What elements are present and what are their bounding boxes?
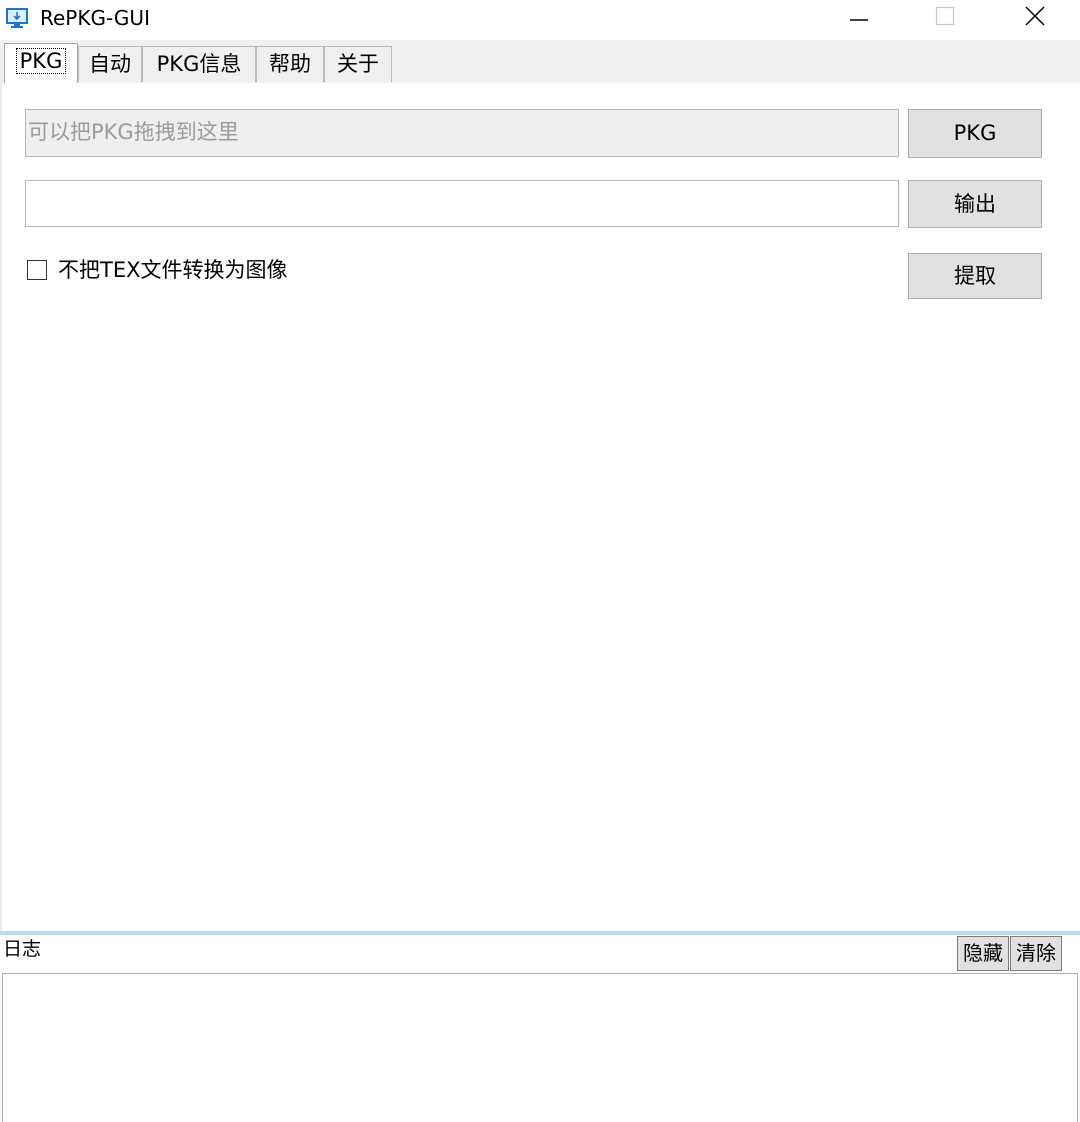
tab-strip: PKG 自动 PKG信息 帮助 关于 (0, 40, 1080, 84)
pkg-path-placeholder: 可以把PKG拖拽到这里 (28, 120, 239, 144)
repkg-window: RePKG-GUI PKG 自动 PKG信息 帮助 关于 可以把PKG拖拽到这里… (0, 0, 1080, 1122)
hide-log-button[interactable]: 隐藏 (957, 936, 1009, 971)
tab-label: 关于 (337, 52, 379, 76)
tab-label: 自动 (89, 52, 131, 76)
close-icon (1024, 5, 1046, 31)
no-convert-tex-checkbox[interactable] (27, 260, 47, 280)
maximize-button[interactable] (900, 0, 990, 36)
tab-pkg[interactable]: PKG (4, 43, 78, 83)
output-path-input[interactable] (25, 180, 899, 227)
maximize-icon (935, 6, 955, 30)
clear-log-button[interactable]: 清除 (1010, 936, 1062, 971)
close-button[interactable] (990, 0, 1080, 36)
tab-label: 帮助 (269, 52, 311, 76)
title-bar[interactable]: RePKG-GUI (0, 0, 1080, 40)
no-convert-tex-label: 不把TEX文件转换为图像 (58, 258, 288, 282)
log-textarea[interactable] (2, 973, 1078, 1122)
minimize-icon (849, 6, 869, 30)
minimize-button[interactable] (814, 0, 904, 36)
tab-about[interactable]: 关于 (324, 46, 392, 82)
pkg-button[interactable]: PKG (908, 109, 1042, 158)
tab-label: PKG (15, 48, 67, 74)
no-convert-tex-option[interactable]: 不把TEX文件转换为图像 (27, 256, 287, 284)
tab-pkg-info[interactable]: PKG信息 (142, 46, 256, 82)
log-header: 日志 隐藏 清除 (0, 935, 1080, 973)
tab-auto[interactable]: 自动 (78, 46, 142, 82)
tab-label: PKG信息 (156, 52, 242, 76)
tab-help[interactable]: 帮助 (256, 46, 324, 82)
window-title: RePKG-GUI (40, 6, 150, 30)
log-label: 日志 (3, 938, 42, 960)
app-monitor-icon (6, 8, 28, 28)
pkg-path-input[interactable]: 可以把PKG拖拽到这里 (25, 109, 899, 157)
output-button[interactable]: 输出 (908, 180, 1042, 228)
extract-button[interactable]: 提取 (908, 253, 1042, 299)
